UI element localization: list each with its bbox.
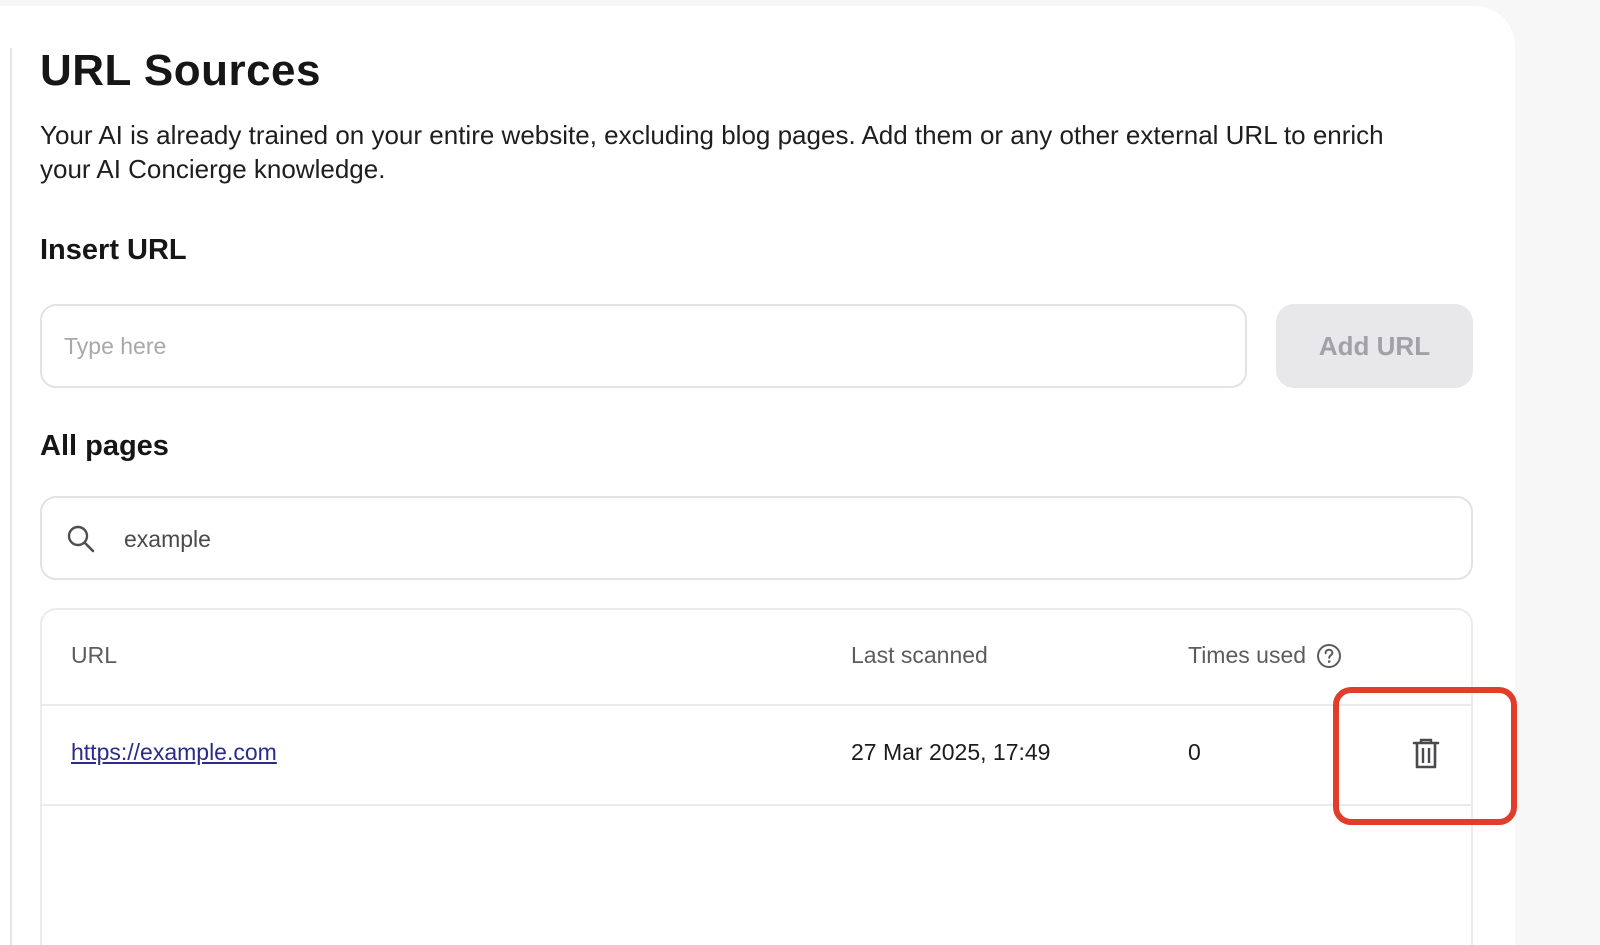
row-times-used: 0 [1188, 739, 1201, 765]
add-url-button[interactable]: Add URL [1276, 304, 1473, 388]
all-pages-heading: All pages [40, 430, 169, 462]
row-url-link[interactable]: https://example.com [71, 739, 277, 766]
column-header-times-used: Times used [1188, 642, 1342, 669]
insert-url-heading: Insert URL [40, 234, 187, 266]
search-icon [67, 525, 95, 553]
question-circle-icon[interactable] [1316, 643, 1342, 669]
column-header-times-used-label: Times used [1188, 642, 1307, 668]
trash-icon [1412, 738, 1440, 769]
search-field[interactable] [40, 496, 1473, 580]
pages-table: URL Last scanned Times used https://exam… [40, 608, 1473, 945]
url-input[interactable] [40, 304, 1247, 388]
page-title: URL Sources [40, 46, 321, 95]
search-input[interactable] [122, 512, 1446, 566]
column-header-url: URL [71, 642, 118, 668]
column-header-last-scanned: Last scanned [851, 642, 988, 668]
table-header: URL Last scanned Times used [42, 610, 1471, 706]
row-last-scanned: 27 Mar 2025, 17:49 [851, 739, 1051, 765]
delete-button[interactable] [1406, 734, 1446, 774]
page-description: Your AI is already trained on your entir… [40, 120, 1384, 184]
table-row: https://example.com 27 Mar 2025, 17:49 0 [42, 706, 1471, 806]
sidebar-divider [10, 48, 12, 945]
